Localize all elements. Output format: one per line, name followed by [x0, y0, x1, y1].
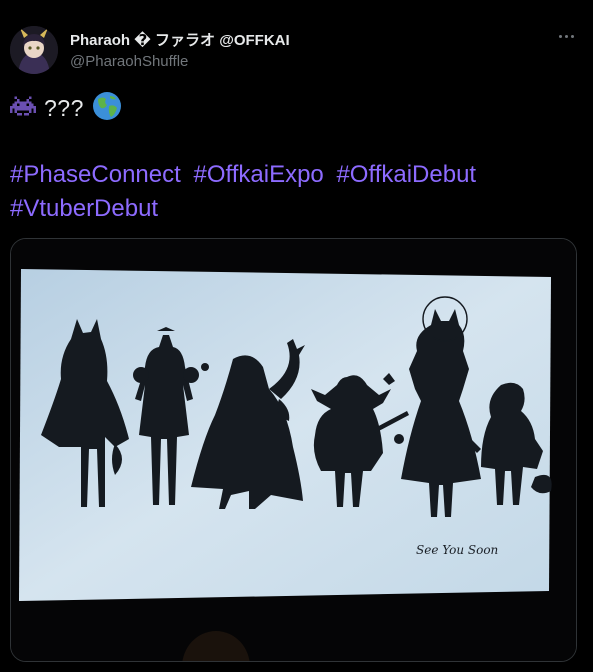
- globe-icon: [92, 91, 122, 126]
- dot-icon: [564, 34, 568, 38]
- tweet-media-photo[interactable]: See You Soon: [10, 238, 577, 662]
- more-options-button[interactable]: [551, 26, 581, 46]
- author-handle[interactable]: @PharaohShuffle: [70, 53, 188, 70]
- tweet-text-line: ???: [10, 91, 122, 126]
- tweet-text: ???: [44, 94, 84, 121]
- media-caption: See You Soon: [416, 543, 498, 557]
- dot-icon: [570, 34, 574, 38]
- avatar[interactable]: [10, 26, 58, 74]
- hashtag-list: #PhaseConnect #OffkaiExpo #OffkaiDebut #…: [10, 158, 580, 226]
- tweet: Pharaoh � ファラオ @OFFKAI @PharaohShuffle ?…: [0, 0, 593, 672]
- alien-monster-icon: [10, 93, 36, 124]
- hashtag-link[interactable]: #PhaseConnect: [10, 161, 181, 188]
- hashtag-link[interactable]: #VtuberDebut: [10, 195, 158, 222]
- hashtag-link[interactable]: #OffkaiExpo: [193, 161, 323, 188]
- hashtag-link[interactable]: #OffkaiDebut: [336, 161, 476, 188]
- author-name[interactable]: Pharaoh � ファラオ @OFFKAI: [70, 29, 290, 50]
- dot-icon: [558, 34, 562, 38]
